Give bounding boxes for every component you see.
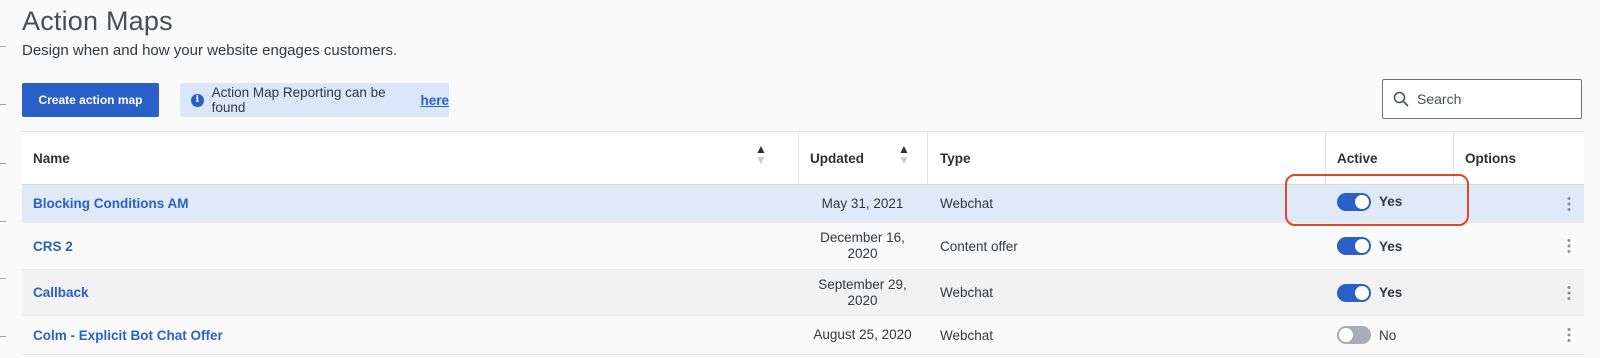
table-row[interactable]: CRS 2 December 16, 2020 Content offer Ye…: [22, 223, 1584, 270]
active-toggle[interactable]: [1337, 192, 1371, 211]
edge-tick: [0, 163, 6, 164]
edge-tick: [0, 221, 6, 222]
action-map-type: Webchat: [940, 285, 994, 300]
search-icon: [1393, 91, 1409, 107]
reporting-link[interactable]: here: [420, 93, 449, 108]
action-map-type: Webchat: [940, 327, 994, 343]
search-input[interactable]: [1415, 90, 1569, 108]
action-map-name-link[interactable]: Blocking Conditions AM: [33, 196, 189, 211]
column-header-options: Options: [1453, 132, 1584, 184]
updated-date: September 29, 2020: [818, 276, 907, 308]
action-map-name-link[interactable]: Colm - Explicit Bot Chat Offer: [33, 328, 223, 343]
column-header-name-label: Name: [33, 150, 70, 166]
active-status-label: Yes: [1379, 194, 1403, 209]
column-header-name[interactable]: Name: [22, 132, 798, 184]
active-toggle[interactable]: [1337, 237, 1371, 255]
column-header-active: Active: [1325, 132, 1453, 184]
search-box[interactable]: [1382, 79, 1582, 119]
more-vertical-icon[interactable]: [1566, 196, 1572, 212]
column-header-type-label: Type: [940, 150, 971, 166]
column-header-type: Type: [927, 132, 1325, 184]
table-row[interactable]: Colm - Explicit Bot Chat Offer August 25…: [22, 316, 1584, 355]
info-icon: i: [191, 93, 204, 107]
more-vertical-icon[interactable]: [1566, 238, 1572, 254]
active-status-label: Yes: [1379, 285, 1403, 300]
active-cell: No: [1325, 316, 1453, 354]
page-subtitle: Design when and how your website engages…: [22, 42, 398, 59]
active-toggle[interactable]: [1337, 326, 1371, 344]
table-header: Name ▲ ▼ Updated ▲ ▼ Type Active Options: [22, 132, 1584, 185]
active-toggle[interactable]: [1337, 283, 1371, 302]
active-cell: Yes: [1325, 223, 1453, 269]
sort-name-icon[interactable]: ▲ ▼: [755, 143, 767, 170]
updated-date: May 31, 2021: [821, 195, 904, 211]
column-header-options-label: Options: [1465, 150, 1516, 166]
more-vertical-icon[interactable]: [1566, 327, 1572, 343]
info-banner-text: Action Map Reporting can be found: [211, 85, 386, 115]
updated-date: August 25, 2020: [813, 327, 912, 342]
table-row[interactable]: Blocking Conditions AM May 31, 2021 Webc…: [22, 185, 1584, 223]
sort-updated-icon[interactable]: ▲ ▼: [898, 143, 910, 170]
edge-tick: [0, 46, 6, 47]
updated-date: December 16, 2020: [820, 230, 905, 261]
active-cell: Yes: [1325, 270, 1453, 315]
action-maps-table: Name ▲ ▼ Updated ▲ ▼ Type Active Options B…: [22, 131, 1584, 355]
reporting-info-banner: i Action Map Reporting can be found here: [180, 83, 449, 117]
edge-tick: [0, 336, 6, 337]
column-header-active-label: Active: [1337, 150, 1378, 166]
more-vertical-icon[interactable]: [1566, 285, 1572, 301]
create-action-map-button[interactable]: Create action map: [22, 83, 159, 117]
active-status-label: Yes: [1379, 238, 1403, 254]
column-header-updated-label: Updated: [810, 150, 864, 166]
action-map-name-link[interactable]: Callback: [33, 285, 89, 300]
action-map-type: Webchat: [940, 196, 994, 211]
active-cell: Yes: [1325, 181, 1453, 222]
action-map-name-link[interactable]: CRS 2: [33, 239, 73, 254]
action-map-type: Content offer: [940, 238, 1018, 254]
edge-tick: [0, 278, 6, 279]
table-row[interactable]: Callback September 29, 2020 Webchat Yes: [22, 270, 1584, 316]
page-title: Action Maps: [22, 6, 173, 36]
edge-tick: [0, 104, 6, 105]
active-status-label: No: [1379, 327, 1397, 343]
